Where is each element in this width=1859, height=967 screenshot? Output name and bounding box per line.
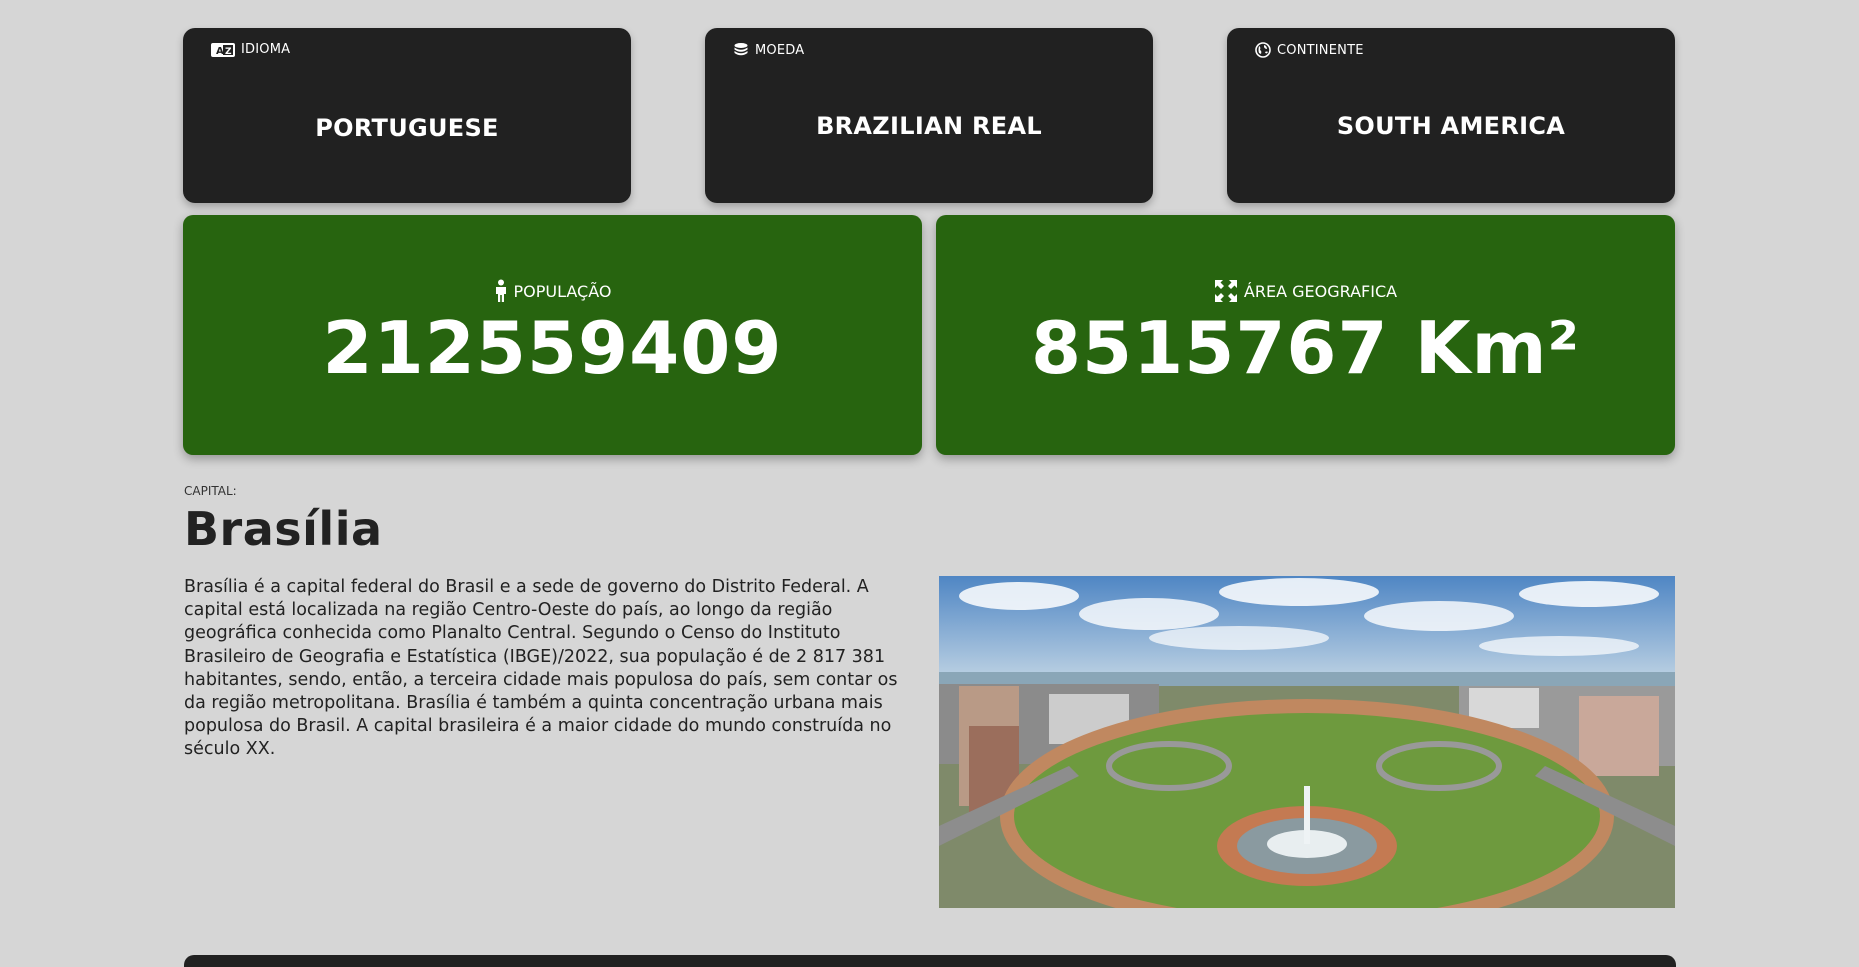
population-card: POPULAÇÃO 212559409 bbox=[183, 215, 922, 455]
continent-value: SOUTH AMERICA bbox=[1336, 112, 1566, 140]
svg-text:Z: Z bbox=[225, 47, 232, 57]
area-value: 8515767 Km² bbox=[1030, 306, 1581, 390]
continent-card-label: CONTINENTE bbox=[1255, 42, 1364, 58]
currency-value: BRAZILIAN REAL bbox=[816, 112, 1042, 140]
population-label-text: POPULAÇÃO bbox=[513, 281, 612, 301]
language-value: PORTUGUESE bbox=[315, 114, 499, 142]
currency-card-label: MOEDA bbox=[733, 42, 804, 58]
population-value: 212559409 bbox=[322, 306, 783, 390]
globe-icon bbox=[1255, 42, 1271, 58]
capital-name: Brasília bbox=[184, 502, 383, 556]
language-card: A Z IDIOMA PORTUGUESE bbox=[183, 28, 631, 203]
area-card: ÁREA GEOGRAFICA 8515767 Km² bbox=[936, 215, 1675, 455]
area-label: ÁREA GEOGRAFICA bbox=[936, 279, 1675, 303]
language-card-label: A Z IDIOMA bbox=[211, 42, 290, 57]
capital-description: Brasília é a capital federal do Brasil e… bbox=[184, 577, 898, 760]
area-label-text: ÁREA GEOGRAFICA bbox=[1243, 281, 1398, 301]
capital-photo bbox=[939, 576, 1675, 908]
coins-icon bbox=[734, 43, 748, 56]
currency-label-text: MOEDA bbox=[755, 42, 805, 58]
continent-card: CONTINENTE SOUTH AMERICA bbox=[1227, 28, 1675, 203]
capital-section: CAPITAL: Brasília bbox=[184, 484, 1676, 556]
continent-label-text: CONTINENTE bbox=[1277, 42, 1364, 58]
language-label-text: IDIOMA bbox=[241, 42, 291, 57]
expand-arrows-icon bbox=[1214, 280, 1237, 302]
svg-text:A: A bbox=[216, 46, 224, 57]
language-icon: A Z bbox=[211, 42, 235, 57]
person-icon bbox=[495, 279, 506, 302]
bottom-card-edge bbox=[184, 955, 1676, 967]
capital-caption: CAPITAL: bbox=[184, 484, 237, 498]
population-label: POPULAÇÃO bbox=[183, 279, 922, 303]
currency-card: MOEDA BRAZILIAN REAL bbox=[705, 28, 1153, 203]
